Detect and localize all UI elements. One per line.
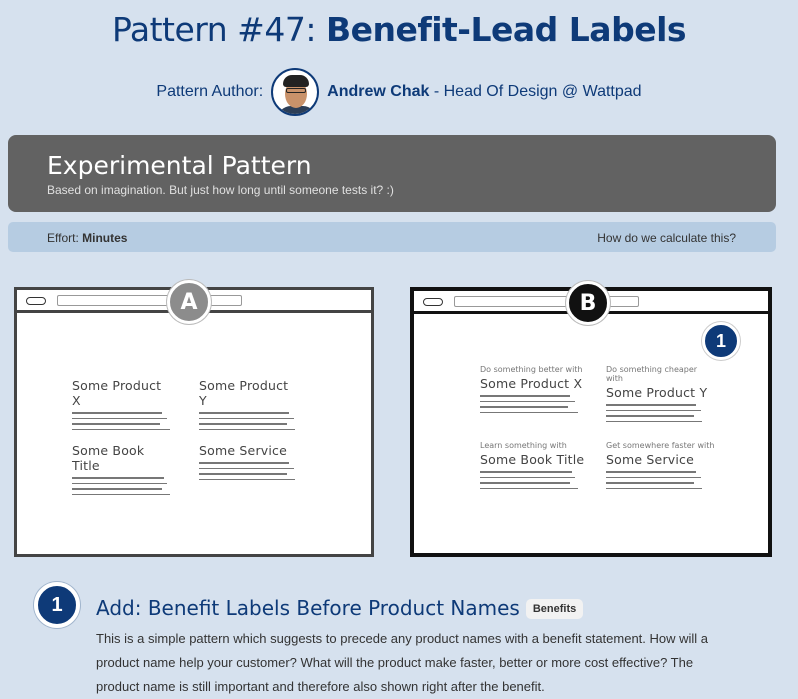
mockup-item: Some Product Y [199, 378, 299, 434]
mockup-item: Some Product X [72, 378, 172, 434]
eye-icon [423, 298, 443, 306]
mockup-item: Some Service [199, 443, 299, 484]
mockup-item: Do something better with Some Product X [480, 365, 590, 417]
mockup-item: Do something cheaper with Some Product Y [606, 365, 716, 426]
product-name: Some Product X [72, 378, 162, 408]
text-lines [480, 395, 590, 413]
effort-label: Effort: [47, 231, 83, 245]
product-name: Some Service [606, 452, 695, 467]
product-name: Some Product Y [199, 378, 289, 408]
product-name: Some Product X [480, 376, 583, 391]
eye-icon [26, 297, 46, 305]
product-name: Some Book Title [480, 452, 585, 467]
product-name: Some Book Title [72, 443, 145, 473]
step-description: This is a simple pattern which suggests … [96, 631, 709, 694]
mockup-item: Some Book Title [72, 443, 172, 499]
variant-badge-b: B [566, 281, 610, 325]
product-name: Some Service [199, 443, 288, 458]
url-field [57, 295, 242, 306]
effort-info: Effort: Minutes [47, 231, 127, 245]
step-title: Add: Benefit Labels Before Product Names… [96, 596, 584, 620]
text-lines [199, 462, 299, 480]
author-info: Andrew Chak - Head Of Design @ Wattpad [327, 83, 641, 101]
mockup-a: A Some Product X Some Product Y Some Boo… [14, 280, 374, 557]
pattern-number: Pattern #47: [111, 10, 326, 49]
author-line: Pattern Author: Andrew Chak - Head Of De… [0, 68, 798, 116]
author-role: - Head Of Design @ Wattpad [429, 83, 642, 100]
step-number-badge: 1 [34, 582, 80, 628]
benefit-label: Do something better with [480, 365, 583, 374]
banner-heading: Experimental Pattern [47, 151, 312, 180]
benefit-label: Get somewhere faster with [606, 441, 715, 450]
mockup-b: B 1 Do something better with Some Produc… [410, 281, 772, 557]
banner-subtitle: Based on imagination. But just how long … [47, 183, 394, 197]
mockup-item: Learn something with Some Book Title [480, 441, 590, 493]
avatar [271, 68, 320, 116]
experimental-banner: Experimental Pattern Based on imaginatio… [8, 135, 776, 212]
text-lines [606, 471, 716, 489]
page-title: Pattern #47: Benefit-Lead Labels [0, 10, 798, 49]
url-field [454, 296, 639, 307]
benefits-tag[interactable]: Benefits [525, 599, 584, 619]
step-title-text: Add: Benefit Labels Before Product Names [96, 596, 520, 620]
text-lines [606, 404, 716, 422]
mockup-item: Get somewhere faster with Some Service [606, 441, 716, 493]
benefit-label: Learn something with [480, 441, 567, 450]
author-label: Pattern Author: [156, 83, 264, 100]
variant-badge-a: A [167, 280, 211, 324]
text-lines [480, 471, 590, 489]
effort-calculation-link[interactable]: How do we calculate this? [597, 231, 736, 245]
benefit-label: Do something cheaper with [606, 365, 698, 383]
text-lines [199, 412, 299, 430]
text-lines [72, 412, 172, 430]
text-lines [72, 477, 172, 495]
author-name[interactable]: Andrew Chak [327, 83, 429, 100]
effort-bar: Effort: Minutes How do we calculate this… [8, 222, 776, 252]
callout-badge: 1 [702, 322, 740, 360]
product-name: Some Product Y [606, 385, 708, 400]
pattern-name: Benefit-Lead Labels [325, 10, 687, 49]
effort-value: Minutes [82, 231, 128, 245]
